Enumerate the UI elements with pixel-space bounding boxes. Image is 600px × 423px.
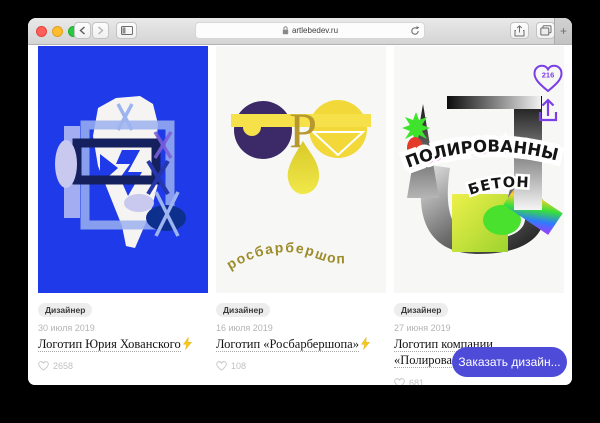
category-badge[interactable]: Дизайнер [394, 303, 448, 317]
heart-icon [394, 378, 405, 386]
sidebar-icon [121, 26, 133, 35]
tab-overview-button[interactable] [536, 22, 555, 39]
page-like-badge[interactable]: 216 [532, 64, 564, 94]
back-icon [79, 26, 86, 35]
card-title-text[interactable]: Логотип Юрия Хованского [38, 337, 181, 352]
lightning-icon [361, 337, 370, 350]
lock-icon [282, 26, 289, 35]
card-meta: Дизайнер 30 июля 2019 Логотип Юрия Хован… [38, 293, 208, 371]
forward-button[interactable] [92, 22, 109, 39]
minimize-window-button[interactable] [52, 26, 63, 37]
card-artwork-khovansky[interactable] [38, 46, 208, 293]
page-content: Дизайнер 30 июля 2019 Логотип Юрия Хован… [28, 45, 572, 385]
heart-icon [38, 361, 49, 371]
rosbarbershop-logo-art: Р росбарбершоп [216, 46, 386, 293]
card-title-link[interactable]: Логотип Юрия Хованского [38, 336, 204, 352]
share-page-button[interactable] [535, 97, 561, 124]
likes-row[interactable]: 2658 [38, 361, 208, 371]
card-date: 16 июля 2019 [216, 323, 386, 333]
address-bar[interactable]: artlebedev.ru [195, 22, 425, 39]
card-date: 30 июля 2019 [38, 323, 208, 333]
likes-count: 2658 [53, 361, 73, 371]
category-badge[interactable]: Дизайнер [38, 303, 92, 317]
url-text: artlebedev.ru [292, 26, 338, 35]
browser-toolbar: artlebedev.ru + [28, 18, 572, 45]
svg-text:росбарбершоп: росбарбершоп [224, 239, 347, 272]
like-badge-count: 216 [542, 71, 555, 80]
card-rosbarbershop: Р росбарбершоп Дизайнер 16 июля 2019 Лог… [216, 46, 386, 385]
likes-row[interactable]: 108 [216, 361, 386, 371]
card-title-link[interactable]: Логотип «Росбарбершопа» [216, 336, 382, 352]
tabs-icon [540, 25, 552, 36]
heart-icon [216, 361, 227, 371]
refresh-icon[interactable] [410, 26, 420, 36]
back-button[interactable] [74, 22, 91, 39]
close-window-button[interactable] [36, 26, 47, 37]
portfolio-cards: Дизайнер 30 июля 2019 Логотип Юрия Хован… [38, 46, 564, 385]
lightning-icon [183, 337, 192, 350]
share-button[interactable] [510, 22, 529, 39]
card-khovansky: Дизайнер 30 июля 2019 Логотип Юрия Хован… [38, 46, 208, 385]
forward-icon [97, 26, 104, 35]
traffic-lights [36, 26, 79, 37]
plus-icon: + [560, 24, 567, 38]
sidebar-toggle-button[interactable] [116, 22, 137, 39]
order-design-button[interactable]: Заказать дизайн... [452, 347, 567, 377]
likes-row[interactable]: 681 [394, 378, 564, 386]
card-title-text[interactable]: Логотип «Росбарбершопа» [216, 337, 359, 352]
browser-window: artlebedev.ru + [28, 18, 572, 385]
new-tab-button[interactable]: + [554, 18, 572, 44]
upload-icon [540, 100, 556, 120]
khovansky-logo-art [38, 46, 208, 293]
card-artwork-rosbarbershop[interactable]: Р росбарбершоп [216, 46, 386, 293]
likes-count: 681 [409, 378, 424, 386]
likes-count: 108 [231, 361, 246, 371]
order-design-label: Заказать дизайн... [458, 355, 560, 369]
card-meta: Дизайнер 16 июля 2019 Логотип «Росбарбер… [216, 293, 386, 371]
card-date: 27 июня 2019 [394, 323, 564, 333]
art-caption: росбарбершоп [224, 239, 347, 272]
share-icon [514, 25, 525, 37]
category-badge[interactable]: Дизайнер [216, 303, 270, 317]
